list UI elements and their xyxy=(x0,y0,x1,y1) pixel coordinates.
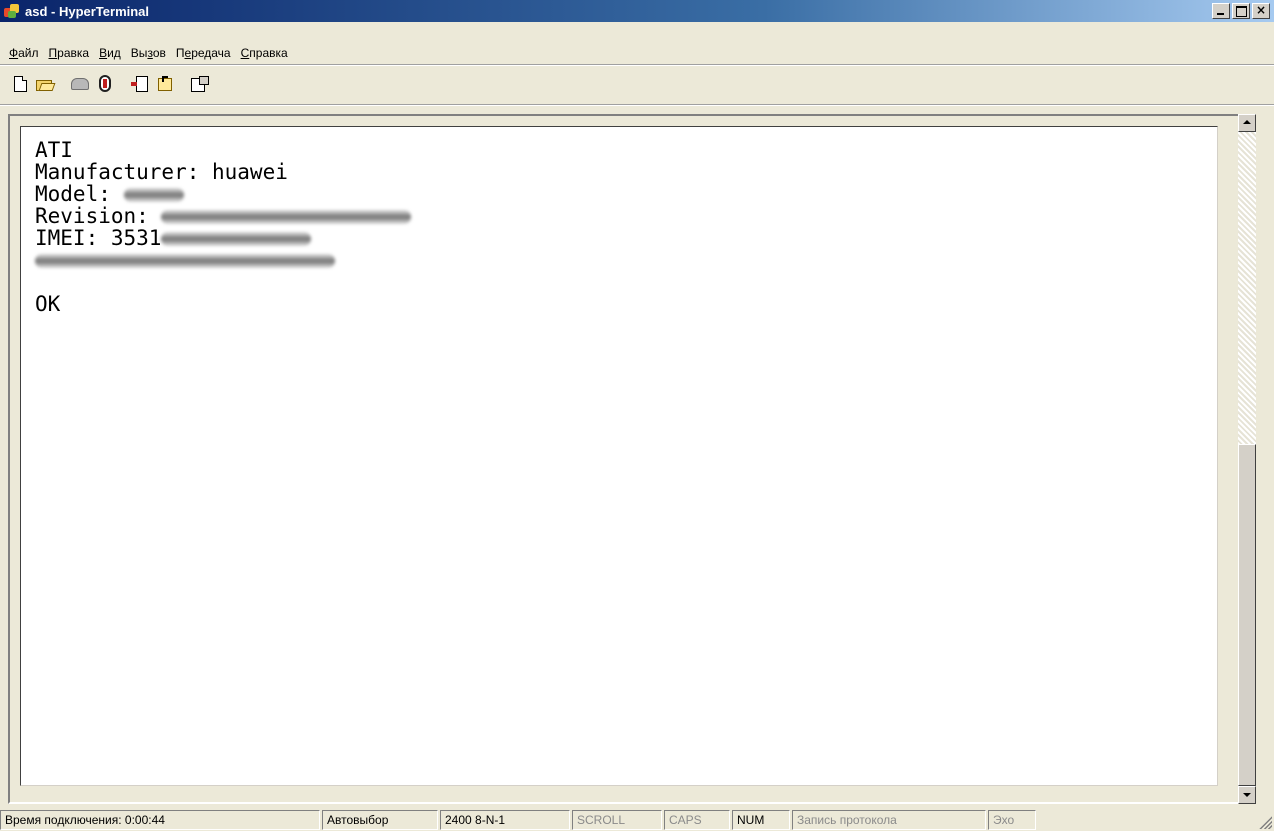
toolbar-divider-bottom xyxy=(0,104,1274,106)
dial-button[interactable] xyxy=(68,72,92,96)
vertical-scrollbar[interactable] xyxy=(1238,114,1256,804)
redacted-blur xyxy=(161,210,412,224)
properties-button[interactable] xyxy=(188,72,212,96)
status-scroll: SCROLL xyxy=(572,809,662,830)
scroll-up-button[interactable] xyxy=(1238,114,1256,132)
menu-help[interactable]: Справка xyxy=(236,46,293,60)
window-controls: × xyxy=(1210,3,1270,19)
menu-transfer[interactable]: Передача xyxy=(171,46,236,60)
terminal-line: Revision: xyxy=(35,205,1217,227)
scroll-thumb[interactable] xyxy=(1238,444,1256,786)
new-connection-button[interactable] xyxy=(8,72,32,96)
scroll-down-button[interactable] xyxy=(1238,786,1256,804)
menu-bar: Файл Правка Вид Вызов Передача Справка xyxy=(0,44,293,62)
dial-icon xyxy=(71,78,89,90)
status-capture: Запись протокола xyxy=(792,809,986,830)
hyperterminal-window: asd - HyperTerminal × Файл Правка Вид Вы… xyxy=(0,0,1274,831)
send-file-icon xyxy=(131,76,149,92)
close-button[interactable]: × xyxy=(1252,3,1270,19)
send-button[interactable] xyxy=(128,72,152,96)
toolbar xyxy=(8,70,213,98)
terminal-line: Model: xyxy=(35,183,1217,205)
status-echo: Эхо xyxy=(988,809,1036,830)
terminal-line: ATI xyxy=(35,138,73,162)
status-num: NUM xyxy=(732,809,790,830)
hang-up-icon xyxy=(97,75,113,93)
terminal-line xyxy=(35,249,1217,271)
status-port-settings: 2400 8-N-1 xyxy=(440,809,570,830)
maximize-button[interactable] xyxy=(1232,3,1250,19)
status-detect: Автовыбор xyxy=(322,809,438,830)
open-folder-icon xyxy=(36,77,56,91)
terminal-line: IMEI: 3531 xyxy=(35,227,1217,249)
hyperterminal-app-icon[interactable] xyxy=(4,3,20,19)
status-bar: Время подключения: 0:00:44 Автовыбор 240… xyxy=(0,808,1274,831)
receive-file-icon xyxy=(156,76,174,92)
status-connect-time: Время подключения: 0:00:44 xyxy=(0,809,320,830)
new-document-icon xyxy=(13,76,27,92)
status-caps: CAPS xyxy=(664,809,730,830)
window-title: asd - HyperTerminal xyxy=(25,3,150,19)
terminal-line: Manufacturer: huawei xyxy=(35,160,288,184)
redacted-blur xyxy=(161,232,312,246)
menu-call[interactable]: Вызов xyxy=(126,46,171,60)
terminal-output[interactable]: ATI Manufacturer: huawei Model: Revision… xyxy=(20,126,1218,786)
redacted-blur xyxy=(35,254,335,268)
menu-view[interactable]: Вид xyxy=(94,46,126,60)
terminal-line: OK xyxy=(35,292,61,316)
disconnect-button[interactable] xyxy=(93,72,117,96)
minimize-button[interactable] xyxy=(1212,3,1230,19)
menu-file[interactable]: Файл xyxy=(4,46,44,60)
properties-icon xyxy=(191,76,209,92)
title-bar[interactable]: asd - HyperTerminal × xyxy=(0,0,1274,22)
open-button[interactable] xyxy=(33,72,57,96)
resize-grip-icon[interactable] xyxy=(1258,815,1272,829)
redacted-blur xyxy=(123,188,184,202)
toolbar-divider-top xyxy=(0,64,1274,66)
menu-edit[interactable]: Правка xyxy=(44,46,95,60)
receive-button[interactable] xyxy=(153,72,177,96)
